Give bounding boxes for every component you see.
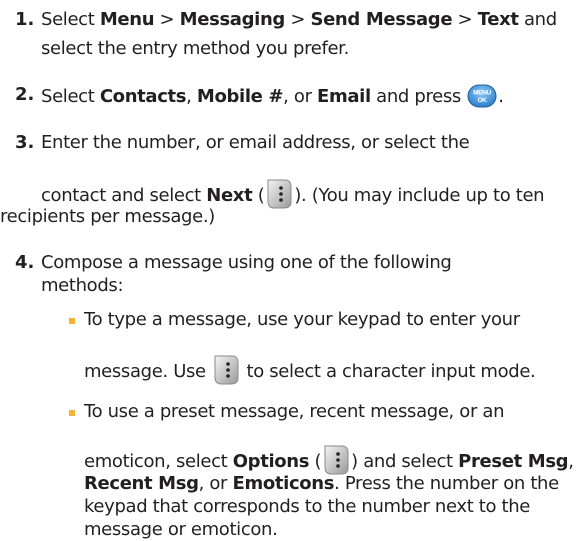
text: ). (You may include up to ten bbox=[294, 185, 545, 206]
text: contact and select bbox=[41, 185, 207, 206]
step-3-line-3: recipients per message.) bbox=[0, 206, 215, 228]
bullet-marker bbox=[69, 318, 75, 324]
text: recipients per message.) bbox=[0, 206, 215, 227]
text: message. Use bbox=[84, 361, 212, 382]
text: message or emoticon. bbox=[84, 519, 278, 540]
bullet-1-line-1: To type a message, use your keypad to en… bbox=[84, 309, 520, 331]
send-message-term: Send Message bbox=[310, 9, 453, 30]
text: Compose a message using one of the follo… bbox=[41, 252, 452, 273]
step-2-line-1: Select Contacts, Mobile #, or Email and … bbox=[41, 84, 504, 108]
text: , bbox=[186, 86, 197, 107]
bullet-2-line-3: Recent Msg, or Emoticons. Press the numb… bbox=[84, 473, 559, 495]
step-1-line-2: select the entry method you prefer. bbox=[41, 38, 349, 60]
messaging-term: Messaging bbox=[179, 9, 286, 30]
instruction-page: 1. Select Menu > Messaging > Send Messag… bbox=[0, 0, 585, 540]
options-term: Options bbox=[232, 451, 310, 472]
bullet-2-line-1: To use a preset message, recent message,… bbox=[84, 401, 504, 423]
emoticons-term: Emoticons bbox=[232, 473, 335, 494]
text: > bbox=[154, 9, 180, 30]
svg-text:MENU: MENU bbox=[473, 90, 491, 97]
text: To use a preset message, recent message,… bbox=[84, 401, 505, 422]
right-softkey-icon bbox=[324, 445, 349, 475]
step-number: 3. bbox=[15, 132, 35, 153]
text: , or bbox=[198, 473, 233, 494]
bullet-2-line-5: message or emoticon. bbox=[84, 519, 278, 541]
right-softkey-icon bbox=[214, 355, 239, 385]
text: and press bbox=[370, 86, 467, 107]
text-term: Text bbox=[477, 9, 519, 30]
bullet-2-line-4: keypad that corresponds to the number ne… bbox=[84, 496, 530, 518]
text: ) and select bbox=[351, 451, 459, 472]
text: . bbox=[498, 86, 504, 107]
text: ( bbox=[252, 185, 265, 206]
step-4-line-2: methods: bbox=[41, 275, 124, 297]
text: To type a message, use your keypad to en… bbox=[84, 309, 520, 330]
text: Enter the number, or email address, or s… bbox=[41, 132, 470, 153]
email-term: Email bbox=[317, 86, 371, 107]
step-number: 1. bbox=[15, 9, 35, 30]
text: to select a character input mode. bbox=[241, 361, 536, 382]
contacts-term: Contacts bbox=[99, 86, 187, 107]
step-3-line-1: Enter the number, or email address, or s… bbox=[41, 132, 470, 154]
text: select the entry method you prefer. bbox=[41, 38, 349, 59]
bullet-marker bbox=[69, 410, 75, 416]
text: Select bbox=[41, 86, 100, 107]
recent-msg-term: Recent Msg bbox=[84, 473, 199, 494]
next-term: Next bbox=[206, 185, 253, 206]
text: keypad that corresponds to the number ne… bbox=[84, 496, 531, 517]
text: , bbox=[568, 451, 574, 472]
text: Select bbox=[41, 9, 100, 30]
right-softkey-icon bbox=[267, 179, 292, 209]
mobile-term: Mobile # bbox=[196, 86, 284, 107]
text: emoticon, select bbox=[84, 451, 233, 472]
text: > bbox=[284, 9, 311, 30]
preset-msg-term: Preset Msg bbox=[458, 451, 569, 472]
bullet-1-line-2: message. Use to select a character input… bbox=[84, 354, 536, 386]
bullet-2-line-2: emoticon, select Options ( ) and select … bbox=[84, 444, 574, 476]
step-number: 2. bbox=[15, 84, 35, 105]
step-1-line-1: Select Menu > Messaging > Send Message >… bbox=[41, 9, 557, 31]
text: ( bbox=[309, 451, 322, 472]
text: and bbox=[518, 9, 557, 30]
step-4-line-1: Compose a message using one of the follo… bbox=[41, 252, 452, 274]
menu-ok-key-icon: MENU OK bbox=[467, 84, 497, 108]
text: > bbox=[452, 9, 478, 30]
text: methods: bbox=[41, 275, 124, 296]
step-number: 4. bbox=[15, 252, 35, 273]
menu-term: Menu bbox=[99, 9, 155, 30]
text: , or bbox=[283, 86, 318, 107]
text: . Press the number on the bbox=[334, 473, 559, 494]
svg-text:OK: OK bbox=[478, 97, 488, 104]
